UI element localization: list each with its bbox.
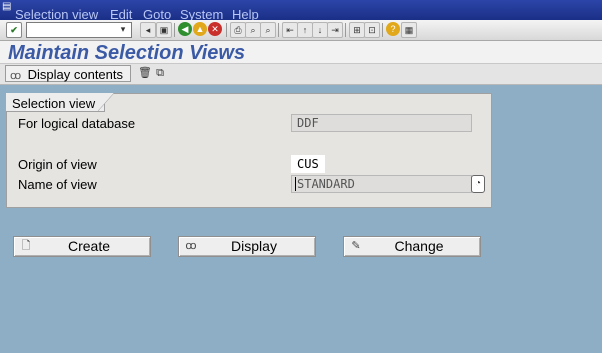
cancel-icon[interactable]: ✕ [208, 22, 222, 36]
save-icon[interactable]: ▣ [156, 22, 172, 38]
delete-icon[interactable]: 🗑 [138, 66, 152, 80]
command-input[interactable] [27, 26, 131, 40]
change-button-label: Change [394, 238, 444, 254]
menu-bar: ▤ Selection view Edit Goto System Help [0, 0, 602, 21]
display-button-label: Display [231, 238, 277, 254]
text-cursor [295, 177, 296, 191]
first-page-icon[interactable]: ⇤ [282, 22, 298, 38]
display-contents-label: Display contents [27, 67, 124, 82]
glasses-icon: ꝏ [185, 240, 197, 252]
copy-icon[interactable]: ⧉ [153, 66, 167, 80]
pencil-icon: ✎ [351, 240, 361, 252]
exit-icon[interactable]: ▲ [193, 22, 207, 36]
create-button[interactable]: 🗋 Create [13, 236, 151, 257]
logical-database-label: For logical database [18, 116, 136, 131]
find-icon[interactable]: ⌕ [245, 22, 261, 38]
origin-of-view-label: Origin of view [18, 157, 97, 172]
title-bar: Maintain Selection Views [0, 41, 602, 64]
new-document-icon: 🗋 [21, 240, 31, 252]
system-menu-icon[interactable]: ▤ [2, 2, 12, 12]
layout-icon[interactable]: ▦ [401, 22, 417, 38]
change-button[interactable]: ✎ Change [343, 236, 481, 257]
command-field[interactable] [26, 22, 132, 40]
last-page-icon[interactable]: ⇥ [327, 22, 343, 38]
find-next-icon[interactable]: ⌕ [260, 22, 276, 38]
shortcut-icon[interactable]: ⊡ [364, 22, 380, 38]
create-button-label: Create [67, 238, 111, 254]
create-session-icon[interactable]: ⊞ [349, 22, 365, 38]
value-help-icon: ◔ [474, 178, 482, 189]
name-of-view-field[interactable]: STANDARD [291, 175, 472, 193]
next-page-icon[interactable]: ↓ [312, 22, 328, 38]
back-arrow-icon[interactable]: ◂ [140, 22, 156, 38]
back-icon[interactable]: ◀ [178, 22, 192, 36]
page-title: Maintain Selection Views [8, 42, 246, 64]
group-title: Selection view [12, 96, 96, 111]
display-contents-button[interactable]: ꝏ Display contents [5, 65, 131, 82]
value-help-button[interactable]: ◔ [471, 175, 485, 193]
command-history-icon[interactable]: ▾ [118, 22, 128, 36]
prev-page-icon[interactable]: ↑ [297, 22, 313, 38]
glasses-icon: ꝏ [10, 70, 22, 82]
help-icon[interactable]: ? [386, 22, 400, 36]
application-toolbar: ꝏ Display contents 🗑 ⧉ [0, 63, 602, 85]
enter-icon[interactable]: ✔ [6, 22, 22, 38]
system-toolbar: ✔ ▾ ◂ ▣ ◀ ▲ ✕ ⎙ ⌕ ⌕ ⇤ ↑ ↓ ⇥ ⊞ ⊡ ? ▦ [0, 20, 602, 41]
origin-of-view-input[interactable]: CUS [291, 155, 325, 173]
logical-database-field: DDF [291, 114, 472, 132]
print-icon[interactable]: ⎙ [230, 22, 246, 38]
display-button[interactable]: ꝏ Display [178, 236, 316, 257]
name-of-view-label: Name of view [18, 177, 97, 192]
